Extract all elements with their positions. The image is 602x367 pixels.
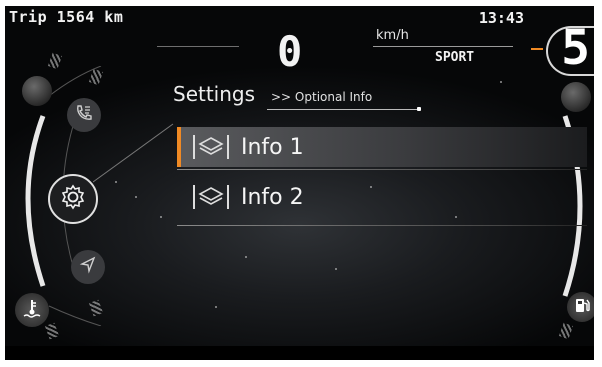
header-underline	[267, 109, 419, 110]
menu-item-label: Info 2	[241, 184, 304, 210]
gear-accent-dash	[531, 48, 543, 50]
settings-button[interactable]	[48, 174, 98, 224]
phone-icon	[74, 103, 94, 127]
divider	[177, 225, 587, 226]
sparkle	[335, 268, 337, 270]
page-title: Settings	[173, 82, 256, 106]
drive-mode: SPORT	[435, 50, 475, 65]
settings-gear-icon	[59, 183, 87, 215]
navigation-button[interactable]	[71, 250, 105, 284]
right-gauge-knob	[561, 82, 591, 112]
bottom-bar	[5, 346, 594, 360]
fuel-gauge-icon-button	[567, 292, 594, 322]
coolant-gauge-icon-button	[15, 293, 49, 327]
layers-icon	[191, 132, 231, 162]
gear-indicator: 5	[561, 20, 590, 76]
breadcrumb: >> Optional Info	[271, 90, 373, 104]
trip-odometer: Trip 1564 km	[9, 8, 124, 26]
menu-item-label: Info 1	[241, 134, 304, 160]
sparkle	[215, 306, 217, 308]
divider	[177, 169, 587, 170]
sparkle	[245, 256, 247, 258]
divider	[373, 46, 513, 47]
instrument-cluster-screen: Trip 1564 km 0 km/h 13:43 SPORT 5 Settin…	[5, 6, 594, 360]
sparkle	[500, 81, 502, 83]
sparkle	[135, 196, 137, 198]
coolant-temperature-icon	[21, 297, 43, 323]
fuel-pump-icon	[572, 295, 592, 319]
clock: 13:43	[478, 9, 524, 27]
left-gauge-knob	[22, 76, 52, 106]
underline-dot	[417, 107, 421, 111]
layers-icon	[191, 182, 231, 212]
speed-unit: km/h	[376, 28, 409, 43]
speed-readout: 0	[277, 27, 302, 76]
divider	[157, 46, 239, 47]
sparkle	[160, 216, 162, 218]
menu-item-info-2[interactable]: Info 2	[177, 177, 587, 217]
navigation-arrow-icon	[78, 255, 98, 279]
selection-accent	[177, 127, 181, 167]
menu-item-info-1[interactable]: Info 1	[177, 127, 587, 167]
